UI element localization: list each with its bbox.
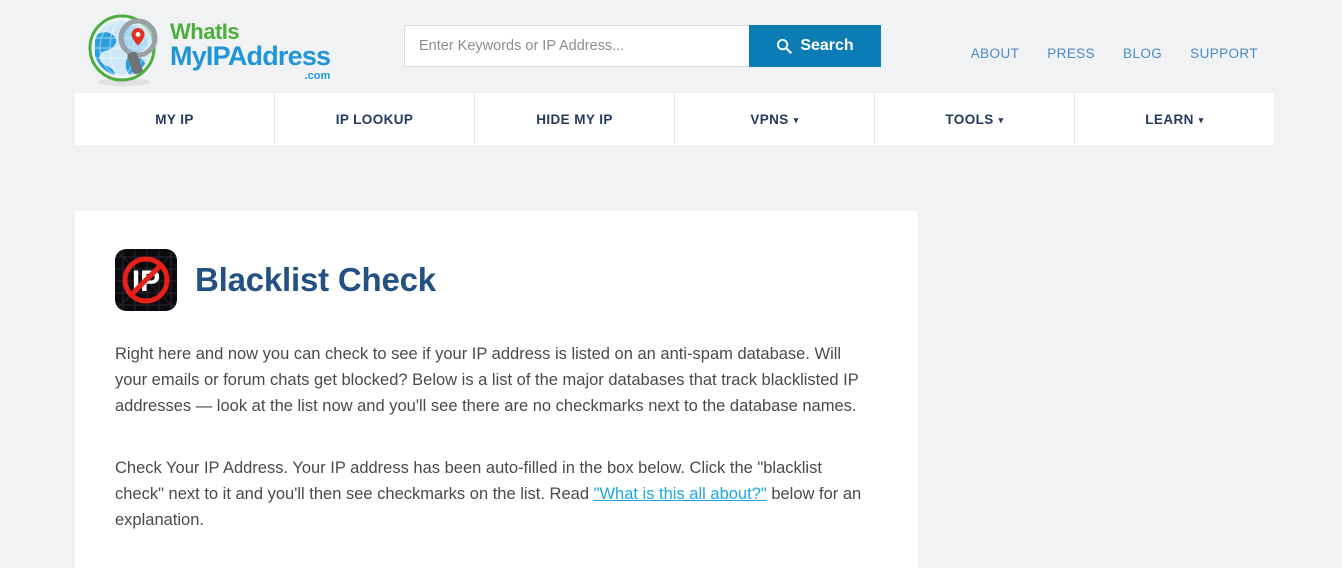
site-logo[interactable]: WhatIs MyIPAddress .com <box>86 12 331 88</box>
utility-link-press[interactable]: PRESS <box>1047 46 1095 61</box>
page-title: Blacklist Check <box>195 261 436 298</box>
utility-link-blog[interactable]: BLOG <box>1123 46 1162 61</box>
nav-item-my-ip[interactable]: MY IP <box>75 93 275 145</box>
what-is-this-all-about-link[interactable]: "What is this all about?" <box>594 485 767 503</box>
search-icon <box>776 38 792 54</box>
chevron-down-icon: ▾ <box>998 114 1004 125</box>
globe-magnifier-logo-icon <box>86 12 162 88</box>
nav-item-vpns[interactable]: VPNS ▾ <box>675 93 875 145</box>
nav-label-ip-lookup: IP LOOKUP <box>335 111 414 127</box>
utility-link-support[interactable]: SUPPORT <box>1190 46 1258 61</box>
search-button[interactable]: Search <box>749 25 881 67</box>
main-navigation: MY IP IP LOOKUP HIDE MY IP VPNS ▾ TOOLS … <box>75 93 1274 145</box>
nav-label-my-ip: MY IP <box>155 111 194 127</box>
page-title-row: IP Blacklist Check <box>115 249 878 311</box>
nav-label-vpns: VPNS <box>750 111 789 127</box>
utility-nav: ABOUT PRESS BLOG SUPPORT <box>971 46 1258 61</box>
nav-item-ip-lookup[interactable]: IP LOOKUP <box>275 93 475 145</box>
nav-label-tools: TOOLS <box>945 111 994 127</box>
nav-label-learn: LEARN <box>1145 111 1194 127</box>
nav-label-hide-my-ip: HIDE MY IP <box>536 111 613 127</box>
search-input[interactable] <box>404 25 749 67</box>
logo-line-1: WhatIs <box>170 19 240 45</box>
logo-wordmark: WhatIs MyIPAddress .com <box>170 16 331 83</box>
logo-line-3: .com <box>304 70 331 83</box>
search-form: Search <box>404 25 881 67</box>
search-button-label: Search <box>800 37 854 54</box>
utility-link-about[interactable]: ABOUT <box>971 46 1020 61</box>
chevron-down-icon: ▾ <box>1198 114 1204 125</box>
logo-line-2: MyIPAddress <box>170 41 331 72</box>
site-header: WhatIs MyIPAddress .com Search ABOUT PRE… <box>0 0 1342 93</box>
nav-item-tools[interactable]: TOOLS ▾ <box>875 93 1075 145</box>
blacklist-no-ip-icon: IP <box>115 249 177 311</box>
content-card: IP Blacklist Check Right here and now yo… <box>75 211 918 568</box>
intro-paragraph: Right here and now you can check to see … <box>115 345 859 415</box>
nav-item-learn[interactable]: LEARN ▾ <box>1075 93 1274 145</box>
instructions-paragraph: Check Your IP Address. Your IP address h… <box>115 455 872 533</box>
chevron-down-icon: ▾ <box>793 114 799 125</box>
nav-item-hide-my-ip[interactable]: HIDE MY IP <box>475 93 675 145</box>
